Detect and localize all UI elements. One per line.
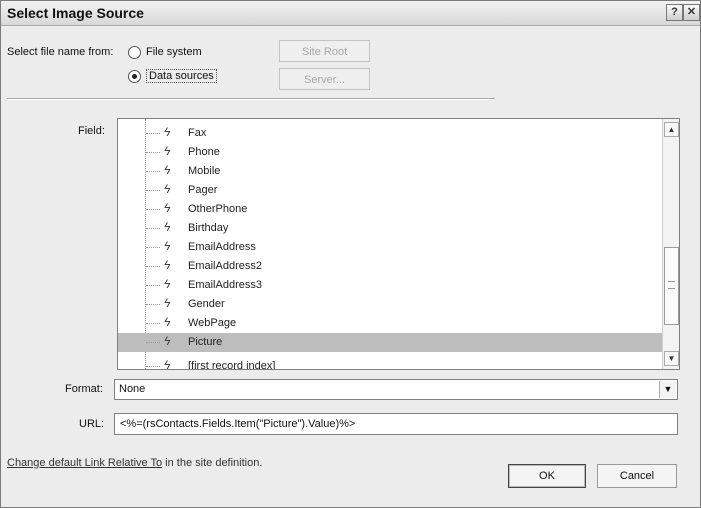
lightning-icon: ϟ: [164, 334, 171, 348]
tree-item-label: Picture: [188, 336, 223, 348]
lightning-icon: ϟ: [164, 201, 171, 215]
radio-selected-dot: [132, 74, 137, 79]
field-tree-scrollbar[interactable]: ▲ ▼: [662, 119, 679, 369]
url-input[interactable]: [114, 413, 678, 435]
select-image-source-dialog: Select Image Source ? ✕ Select file name…: [0, 0, 701, 508]
tree-connector: [146, 190, 160, 191]
tree-item-label: EmailAddress: [188, 241, 256, 253]
tree-connector: [146, 366, 160, 367]
tree-item-label: Gender: [188, 298, 225, 310]
lightning-icon: ϟ: [164, 315, 171, 329]
tree-item[interactable]: ϟ EmailAddress: [118, 238, 663, 257]
tree-item[interactable]: ϟ Gender: [118, 295, 663, 314]
tree-item[interactable]: ϟ EmailAddress2: [118, 257, 663, 276]
tree-item-label: Pager: [188, 184, 218, 196]
lightning-icon: ϟ: [164, 144, 171, 158]
tree-item-label: Phone: [188, 146, 220, 158]
lightning-icon: ϟ: [164, 125, 171, 139]
tree-item[interactable]: ϟ WebPage: [118, 314, 663, 333]
data-sources-radio[interactable]: [128, 70, 141, 83]
close-icon[interactable]: ✕: [683, 4, 700, 21]
tree-item[interactable]: ϟ Mobile: [118, 162, 663, 181]
tree-connector: [146, 171, 160, 172]
lightning-icon: ϟ: [164, 220, 171, 234]
site-root-button[interactable]: Site Root: [279, 40, 370, 62]
tree-item-selected[interactable]: ϟ Picture: [118, 333, 663, 352]
tree-item-label: Mobile: [188, 165, 221, 177]
title-bar[interactable]: Select Image Source ? ✕: [1, 1, 700, 26]
scroll-grip: [668, 281, 675, 289]
url-label: URL:: [79, 418, 105, 430]
format-value: None: [119, 383, 146, 395]
lightning-icon: ϟ: [164, 163, 171, 177]
tree-connector: [146, 342, 160, 343]
source-label: Select file name from:: [7, 46, 114, 58]
tree-item-label: OtherPhone: [188, 203, 248, 215]
tree-item-label: Birthday: [188, 222, 229, 234]
change-link-relative-link[interactable]: Change default Link Relative To: [7, 457, 162, 469]
format-label: Format:: [65, 383, 103, 395]
scroll-thumb[interactable]: [664, 247, 679, 325]
tree-item[interactable]: ϟ OtherPhone: [118, 200, 663, 219]
server-button[interactable]: Server...: [279, 68, 370, 90]
tree-connector: [146, 228, 160, 229]
field-tree-content: ϟ Fax ϟ Phone ϟ Mobile ϟ Pager ϟ OtherPhone ϟ…: [118, 119, 663, 369]
tree-connector: [146, 266, 160, 267]
tree-connector: [146, 304, 160, 305]
lightning-icon: ϟ: [164, 239, 171, 253]
tree-item[interactable]: ϟ Phone: [118, 143, 663, 162]
tree-item-label: WebPage: [188, 317, 237, 329]
lightning-icon: ϟ: [164, 258, 171, 272]
lightning-icon: ϟ: [164, 182, 171, 196]
data-sources-label[interactable]: Data sources: [146, 69, 217, 83]
file-system-radio[interactable]: [128, 46, 141, 59]
tree-connector: [146, 133, 160, 134]
lightning-icon: ϟ: [164, 358, 171, 369]
dialog-title: Select Image Source: [7, 5, 144, 21]
field-label: Field:: [78, 125, 105, 137]
tree-item[interactable]: ϟ Fax: [118, 124, 663, 143]
tree-connector: [146, 152, 160, 153]
tree-item[interactable]: ϟ Pager: [118, 181, 663, 200]
lightning-icon: ϟ: [164, 296, 171, 310]
file-system-label[interactable]: File system: [146, 46, 202, 58]
tree-item-label: EmailAddress3: [188, 279, 262, 291]
scroll-up-icon[interactable]: ▲: [664, 122, 679, 137]
tree-item[interactable]: ϟ Birthday: [118, 219, 663, 238]
tree-connector: [146, 285, 160, 286]
tree-connector: [146, 323, 160, 324]
help-icon[interactable]: ?: [666, 4, 683, 21]
tree-connector: [146, 209, 160, 210]
separator: [7, 98, 495, 100]
tree-item-label: Fax: [188, 127, 207, 139]
tree-item[interactable]: ϟ [first record index]: [118, 357, 663, 369]
tree-item-label: [first record index]: [188, 360, 276, 369]
tree-item[interactable]: ϟ EmailAddress3: [118, 276, 663, 295]
scroll-down-icon[interactable]: ▼: [664, 351, 679, 366]
link-relative-suffix: in the site definition.: [162, 457, 263, 469]
cancel-button[interactable]: Cancel: [597, 464, 677, 488]
link-relative-note: Change default Link Relative To in the s…: [7, 457, 262, 469]
format-select[interactable]: None ▼: [114, 379, 678, 400]
tree-item-label: EmailAddress2: [188, 260, 262, 272]
ok-button[interactable]: OK: [508, 464, 586, 488]
tree-connector: [146, 247, 160, 248]
field-tree[interactable]: ϟ Fax ϟ Phone ϟ Mobile ϟ Pager ϟ OtherPhone ϟ…: [117, 118, 680, 370]
chevron-down-icon[interactable]: ▼: [659, 381, 676, 398]
lightning-icon: ϟ: [164, 277, 171, 291]
